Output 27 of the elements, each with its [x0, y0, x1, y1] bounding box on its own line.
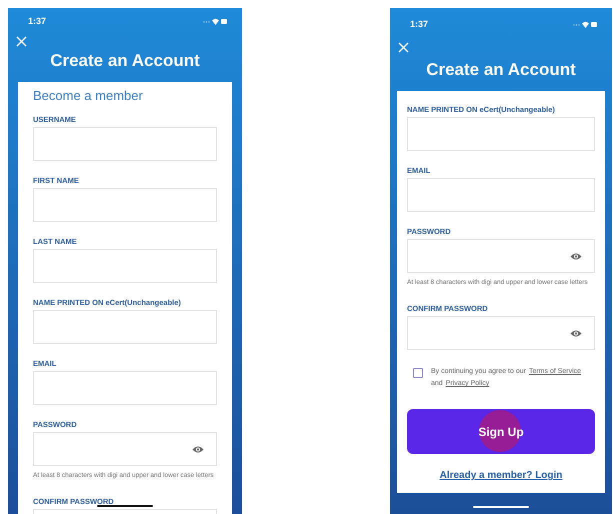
- input-field[interactable]: [33, 188, 217, 222]
- home-indicator: [97, 505, 153, 507]
- input-field[interactable]: [407, 178, 595, 212]
- home-indicator: [473, 506, 529, 508]
- close-icon[interactable]: [398, 42, 409, 53]
- input-field[interactable]: [407, 117, 595, 151]
- login-link[interactable]: Already a member? Login: [440, 470, 562, 481]
- close-icon[interactable]: [16, 36, 27, 47]
- sign-up-button[interactable]: Sign Up: [407, 409, 595, 454]
- screen-title: Create an Account: [425, 60, 577, 80]
- input-field[interactable]: [33, 432, 217, 466]
- input-field[interactable]: [33, 127, 217, 161]
- checkbox[interactable]: [413, 368, 423, 378]
- eye-icon[interactable]: [570, 252, 582, 260]
- eye-icon[interactable]: [192, 444, 204, 454]
- input-field[interactable]: [33, 371, 217, 405]
- status-time: 1:37: [410, 19, 428, 29]
- input-field[interactable]: [407, 239, 595, 273]
- status-icons: [202, 16, 228, 26]
- input-field[interactable]: [407, 316, 595, 350]
- eye-icon[interactable]: [570, 328, 582, 338]
- status-icons: [572, 20, 598, 28]
- input-field[interactable]: [33, 249, 217, 283]
- form-heading: Become a member: [33, 88, 144, 103]
- screen-title: Create an Account: [49, 51, 201, 71]
- input-field[interactable]: [33, 310, 217, 344]
- status-time: 1:37: [28, 16, 46, 26]
